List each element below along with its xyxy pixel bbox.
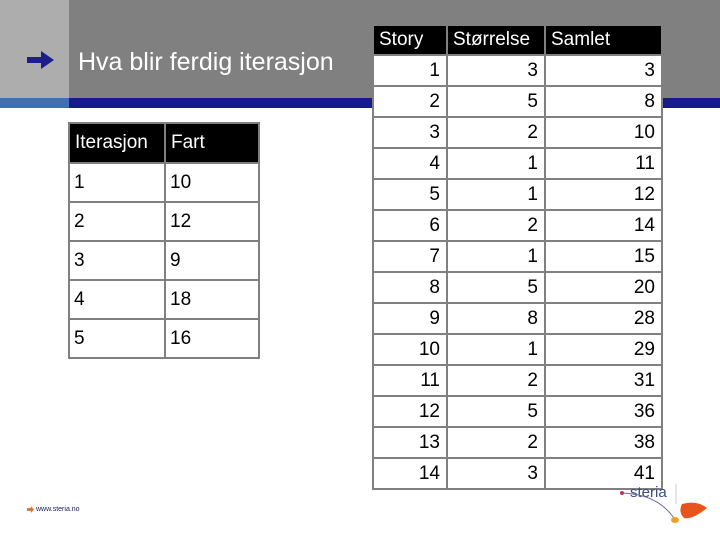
column-header-storrelse: Størrelse [446, 24, 546, 56]
table-row: 2 12 [68, 201, 260, 242]
footer-url-text[interactable]: www.steria.no [36, 506, 80, 513]
cell-samlet: 38 [544, 426, 663, 459]
table-row: 8 5 20 [372, 271, 663, 304]
steria-logo: steria [620, 484, 707, 523]
cell-storrelse: 1 [446, 333, 546, 366]
cell-fart: 10 [164, 162, 260, 203]
cell-iterasjon: 4 [68, 279, 166, 320]
column-header-samlet: Samlet [544, 24, 663, 56]
cell-samlet: 12 [544, 178, 663, 211]
table-row: 10 1 29 [372, 333, 663, 366]
cell-story: 5 [372, 178, 448, 211]
cell-story: 9 [372, 302, 448, 335]
cell-storrelse: 1 [446, 147, 546, 180]
cell-story: 12 [372, 395, 448, 428]
cell-samlet: 31 [544, 364, 663, 397]
cell-storrelse: 2 [446, 116, 546, 149]
cell-fart: 12 [164, 201, 260, 242]
velocity-table: Iterasjon Fart 1 10 2 12 39 4 18 5 16 [68, 122, 260, 359]
cell-iterasjon: 5 [68, 318, 166, 359]
cell-samlet: 8 [544, 85, 663, 118]
table-row: 258 [372, 85, 663, 118]
arrow-right-icon [27, 506, 34, 513]
table-row: 7 1 15 [372, 240, 663, 273]
cell-fart: 18 [164, 279, 260, 320]
cell-samlet: 29 [544, 333, 663, 366]
cell-story: 11 [372, 364, 448, 397]
cell-samlet: 15 [544, 240, 663, 273]
cell-storrelse: 3 [446, 457, 546, 490]
table-row: 9 8 28 [372, 302, 663, 335]
cell-storrelse: 1 [446, 178, 546, 211]
cell-story: 4 [372, 147, 448, 180]
logo-dot [620, 491, 624, 495]
table-row: 13 2 38 [372, 426, 663, 459]
cell-samlet: 11 [544, 147, 663, 180]
cell-story: 14 [372, 457, 448, 490]
story-table: Story Størrelse Samlet 1 3 3 2 5 8 3 2 10 4 1 11 5 1 1… [372, 24, 663, 490]
column-header-story: Story [372, 24, 448, 56]
table-row: 39 [68, 240, 260, 281]
cell-iterasjon: 1 [68, 162, 166, 203]
cell-storrelse: 1 [446, 240, 546, 273]
cell-storrelse: 5 [446, 271, 546, 304]
cell-story: 2 [372, 85, 448, 118]
cell-story: 7 [372, 240, 448, 273]
arrow-right-icon [27, 51, 54, 69]
cell-samlet: 28 [544, 302, 663, 335]
cell-storrelse: 5 [446, 395, 546, 428]
cell-storrelse: 2 [446, 426, 546, 459]
table-row: 133 [372, 54, 663, 87]
cell-storrelse: 3 [446, 54, 546, 87]
logo-orange-dot [671, 517, 679, 523]
cell-iterasjon: 3 [68, 240, 166, 281]
cell-fart: 16 [164, 318, 260, 359]
cell-story: 10 [372, 333, 448, 366]
cell-samlet: 36 [544, 395, 663, 428]
accent-bar-left [0, 98, 69, 108]
cell-storrelse: 2 [446, 209, 546, 242]
cell-samlet: 20 [544, 271, 663, 304]
table-row: 6 2 14 [372, 209, 663, 242]
cell-iterasjon: 2 [68, 201, 166, 242]
logo-shape [680, 502, 707, 519]
slide-title: Hva blir ferdig iterasjon [78, 48, 334, 76]
cell-fart: 9 [164, 240, 260, 281]
cell-story: 3 [372, 116, 448, 149]
table-row: 11 2 31 [372, 364, 663, 397]
table-row: 5 16 [68, 318, 260, 359]
cell-storrelse: 8 [446, 302, 546, 335]
cell-samlet: 14 [544, 209, 663, 242]
table-row: 5 1 12 [372, 178, 663, 211]
table-row: 4 1 11 [372, 147, 663, 180]
cell-story: 13 [372, 426, 448, 459]
table-row: 3 2 10 [372, 116, 663, 149]
column-header-iterasjon: Iterasjon [68, 122, 166, 164]
cell-story: 6 [372, 209, 448, 242]
cell-samlet: 10 [544, 116, 663, 149]
table-header-row: Story Størrelse Samlet [372, 24, 663, 56]
table-row: 1 10 [68, 162, 260, 203]
cell-story: 1 [372, 54, 448, 87]
table-row: 4 18 [68, 279, 260, 320]
table-header-row: Iterasjon Fart [68, 122, 260, 164]
cell-storrelse: 2 [446, 364, 546, 397]
footer-url[interactable]: www.steria.no [27, 506, 80, 513]
column-header-fart: Fart [164, 122, 260, 164]
cell-story: 8 [372, 271, 448, 304]
table-row: 12 5 36 [372, 395, 663, 428]
cell-storrelse: 5 [446, 85, 546, 118]
cell-samlet: 3 [544, 54, 663, 87]
